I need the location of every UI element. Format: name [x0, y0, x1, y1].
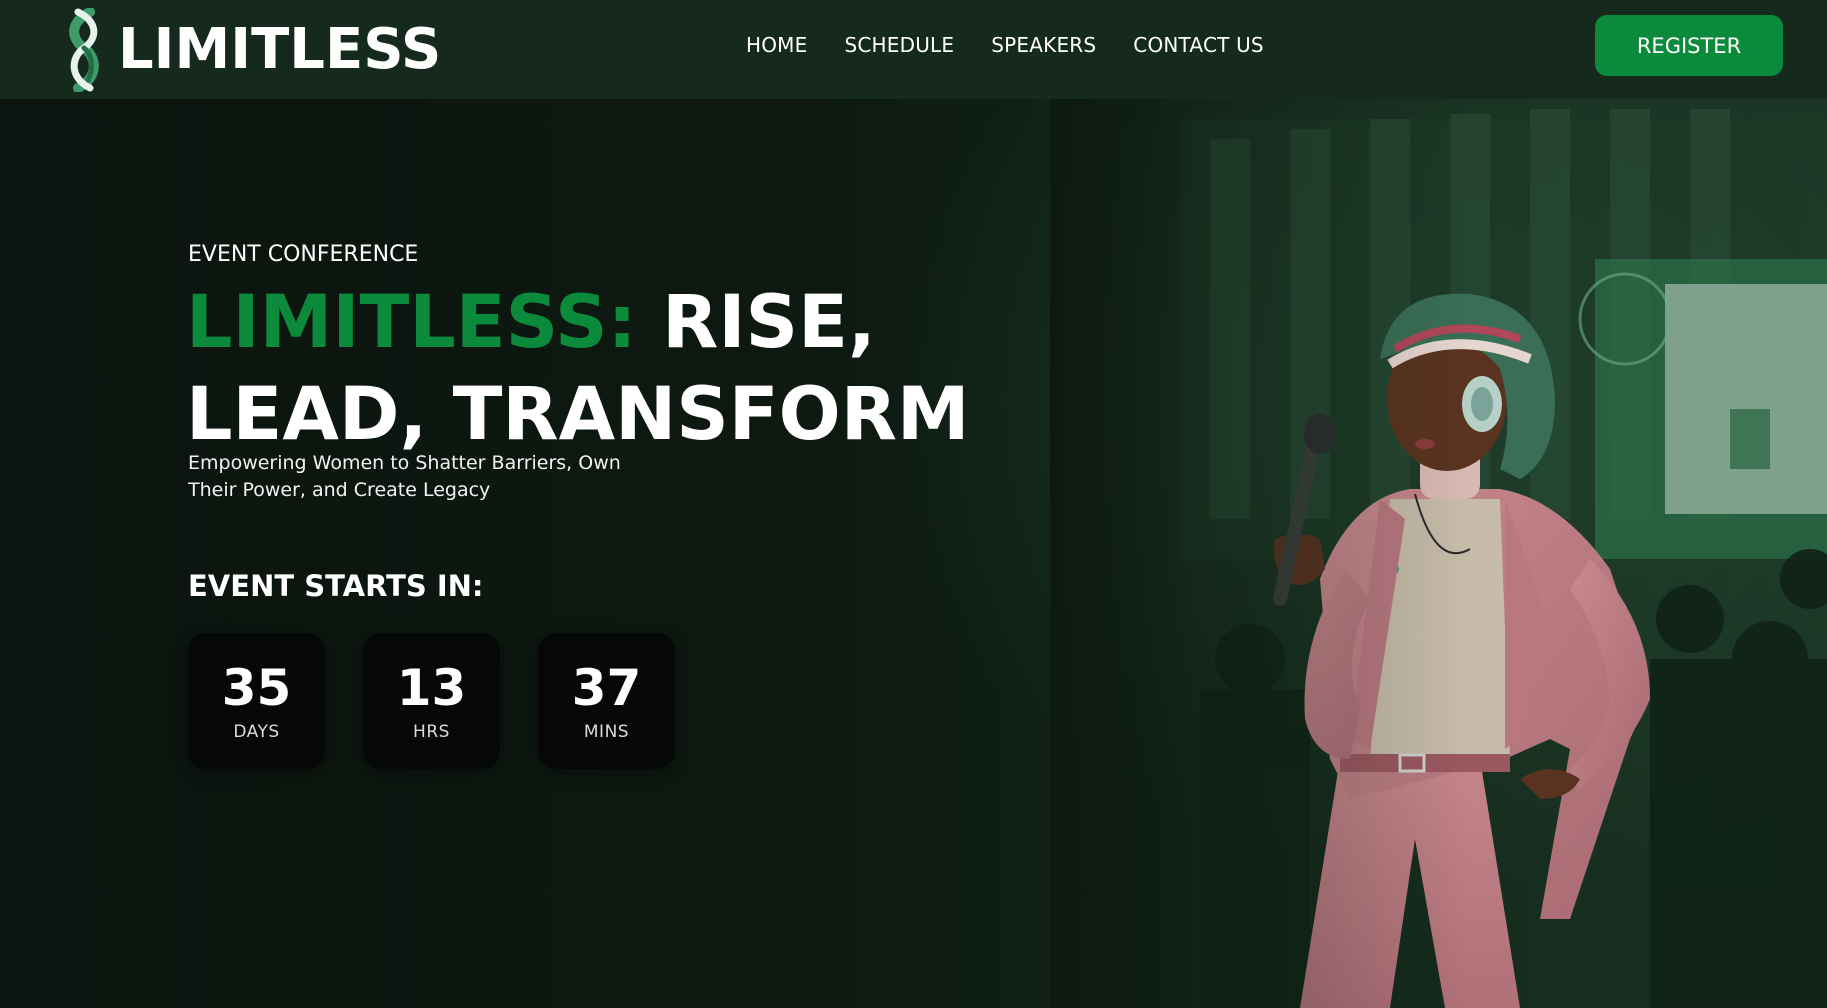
countdown-days-value: 35: [221, 659, 292, 717]
countdown-hours: 13 HRS: [363, 633, 500, 769]
nav-speakers[interactable]: SPEAKERS: [991, 30, 1096, 60]
event-eyebrow: EVENT CONFERENCE: [188, 242, 419, 267]
brand-name: LIMITLESS: [118, 17, 442, 82]
nav-home[interactable]: HOME: [746, 30, 807, 60]
countdown-minutes-value: 37: [571, 659, 642, 717]
hero-subtitle: Empowering Women to Shatter Barriers, Ow…: [188, 452, 621, 501]
countdown-minutes-label: MINS: [583, 722, 630, 742]
main-nav: HOME SCHEDULE SPEAKERS CONTACT US: [746, 30, 1264, 60]
countdown-heading: EVENT STARTS IN:: [188, 569, 484, 603]
infinity-logo-icon: [69, 8, 99, 92]
nav-contact-us[interactable]: CONTACT US: [1133, 30, 1264, 60]
brand-logo[interactable]: LIMITLESS: [64, 8, 441, 92]
countdown-days: 35 DAYS: [188, 633, 325, 769]
nav-schedule[interactable]: SCHEDULE: [844, 30, 954, 60]
hero-headline: LIMITLESS: RISE, LEAD, TRANSFORM: [186, 277, 1086, 461]
site-header: LIMITLESS HOME SCHEDULE SPEAKERS CONTACT…: [0, 0, 1827, 99]
countdown: 35 DAYS 13 HRS 37 MINS: [188, 633, 675, 769]
register-button[interactable]: REGISTER: [1595, 15, 1783, 76]
hero-speaker-image: [1050, 99, 1827, 1008]
countdown-hours-label: HRS: [413, 722, 450, 742]
countdown-days-label: DAYS: [233, 722, 280, 742]
countdown-minutes: 37 MINS: [538, 633, 675, 769]
headline-accent: LIMITLESS:: [186, 280, 637, 365]
countdown-hours-value: 13: [396, 659, 467, 717]
hero-section: EVENT CONFERENCE LIMITLESS: RISE, LEAD, …: [0, 99, 1827, 1008]
